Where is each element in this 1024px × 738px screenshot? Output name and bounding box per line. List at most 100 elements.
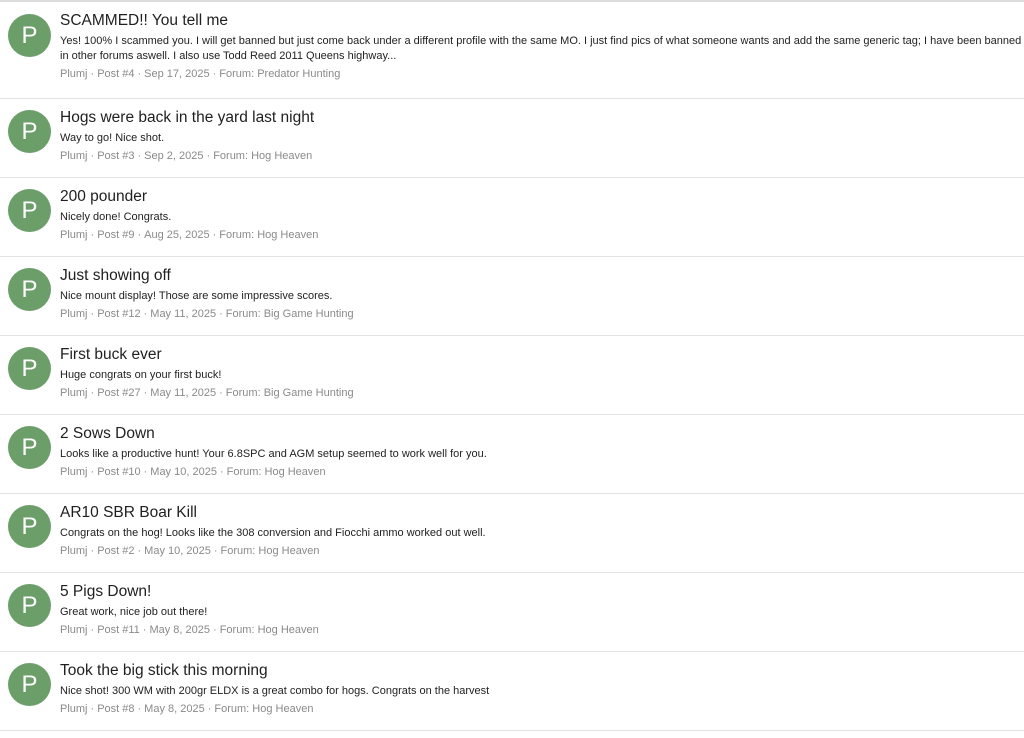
meta-separator: · xyxy=(212,68,217,80)
result-meta: Plumj · Post #27 · May 11, 2025 · Forum: Big G… xyxy=(60,386,1024,401)
result-row: P 2 Sows Down Looks like a productive hu… xyxy=(0,415,1024,494)
post-date: May 8, 2025 xyxy=(149,624,211,636)
author-link[interactable]: Plumj xyxy=(60,308,88,320)
forum-link[interactable]: Forum: Hog Heaven xyxy=(214,703,313,715)
result-row: P AR10 SBR Boar Kill Congrats on the hog… xyxy=(0,494,1024,573)
author-link[interactable]: Plumj xyxy=(60,466,88,478)
meta-separator: · xyxy=(207,703,212,715)
meta-separator: · xyxy=(137,703,142,715)
result-title-link[interactable]: 200 pounder xyxy=(60,187,1024,207)
result-row: P Took the big stick this morning Nice s… xyxy=(0,652,1024,731)
user-avatar[interactable]: P xyxy=(8,505,51,548)
post-date: Sep 17, 2025 xyxy=(144,68,210,80)
meta-separator: · xyxy=(143,387,148,399)
meta-separator: · xyxy=(90,229,95,241)
result-meta: Plumj · Post #9 · Aug 25, 2025 · Forum: Hog He… xyxy=(60,228,1024,243)
meta-separator: · xyxy=(137,229,142,241)
result-meta: Plumj · Post #8 · May 8, 2025 · Forum: Hog Hea… xyxy=(60,702,1024,717)
post-number: Post #8 xyxy=(97,703,135,715)
result-title-link[interactable]: Hogs were back in the yard last night xyxy=(60,108,1024,128)
result-content: Just showing off Nice mount display! Tho… xyxy=(60,266,1024,322)
post-number: Post #2 xyxy=(97,545,135,557)
forum-link[interactable]: Forum: Hog Heaven xyxy=(220,624,319,636)
result-content: Took the big stick this morning Nice sho… xyxy=(60,661,1024,717)
meta-separator: · xyxy=(90,703,95,715)
forum-link[interactable]: Forum: Big Game Hunting xyxy=(226,387,354,399)
meta-separator: · xyxy=(219,387,223,399)
meta-separator: · xyxy=(143,466,148,478)
meta-separator: · xyxy=(206,150,211,162)
meta-separator: · xyxy=(90,545,95,557)
result-title-link[interactable]: Just showing off xyxy=(60,266,1024,286)
post-date: May 8, 2025 xyxy=(144,703,205,715)
result-title-link[interactable]: 5 Pigs Down! xyxy=(60,582,1024,602)
result-content: 2 Sows Down Looks like a productive hunt… xyxy=(60,424,1024,480)
post-number: Post #4 xyxy=(97,68,135,80)
result-title-link[interactable]: First buck ever xyxy=(60,345,1024,365)
author-link[interactable]: Plumj xyxy=(60,68,88,80)
result-title-link[interactable]: SCAMMED!! You tell me xyxy=(60,11,1024,31)
meta-separator: · xyxy=(143,308,148,320)
meta-separator: · xyxy=(213,545,218,557)
result-meta: Plumj · Post #10 · May 10, 2025 · Forum: Hog H… xyxy=(60,465,1024,480)
result-snippet: Looks like a productive hunt! Your 6.8SP… xyxy=(60,448,487,460)
post-number: Post #12 xyxy=(97,308,141,320)
result-snippet: Nice shot! 300 WM with 200gr ELDX is a g… xyxy=(60,685,490,697)
result-row: P 5 Pigs Down! Great work, nice job out … xyxy=(0,573,1024,652)
result-snippet: Yes! 100% I scammed you. I will get bann… xyxy=(60,35,1022,62)
forum-link[interactable]: Forum: Hog Heaven xyxy=(219,229,318,241)
meta-separator: · xyxy=(90,387,95,399)
result-content: 5 Pigs Down! Great work, nice job out th… xyxy=(60,582,1024,638)
meta-separator: · xyxy=(137,150,142,162)
user-avatar[interactable]: P xyxy=(8,426,51,469)
forum-link[interactable]: Forum: Hog Heaven xyxy=(213,150,312,162)
forum-link[interactable]: Forum: Hog Heaven xyxy=(221,545,320,557)
meta-separator: · xyxy=(90,466,95,478)
result-row: P Hogs were back in the yard last night … xyxy=(0,99,1024,178)
author-link[interactable]: Plumj xyxy=(60,545,88,557)
user-avatar[interactable]: P xyxy=(8,189,51,232)
result-row: P SCAMMED!! You tell me Yes! 100% I scam… xyxy=(0,2,1024,99)
meta-separator: · xyxy=(90,68,95,80)
user-avatar[interactable]: P xyxy=(8,14,51,57)
forum-link[interactable]: Forum: Hog Heaven xyxy=(227,466,326,478)
user-avatar[interactable]: P xyxy=(8,110,51,153)
result-meta: Plumj · Post #4 · Sep 17, 2025 · Forum: Predat… xyxy=(60,67,1024,82)
result-title-link[interactable]: 2 Sows Down xyxy=(60,424,1024,444)
author-link[interactable]: Plumj xyxy=(60,229,88,241)
meta-separator: · xyxy=(90,624,95,636)
result-content: SCAMMED!! You tell me Yes! 100% I scamme… xyxy=(60,11,1024,82)
result-content: Hogs were back in the yard last night Wa… xyxy=(60,108,1024,164)
author-link[interactable]: Plumj xyxy=(60,150,88,162)
result-row: P First buck ever Huge congrats on your … xyxy=(0,336,1024,415)
user-avatar[interactable]: P xyxy=(8,268,51,311)
result-meta: Plumj · Post #12 · May 11, 2025 · Forum: Big G… xyxy=(60,307,1024,322)
post-date: May 10, 2025 xyxy=(144,545,211,557)
result-title-link[interactable]: AR10 SBR Boar Kill xyxy=(60,503,1024,523)
result-snippet: Nicely done! Congrats. xyxy=(60,211,172,223)
result-content: AR10 SBR Boar Kill Congrats on the hog! … xyxy=(60,503,1024,559)
meta-separator: · xyxy=(213,624,217,636)
post-date: Aug 25, 2025 xyxy=(144,229,210,241)
result-row: P Just showing off Nice mount display! T… xyxy=(0,257,1024,336)
meta-separator: · xyxy=(90,150,95,162)
post-date: May 10, 2025 xyxy=(150,466,217,478)
post-date: May 11, 2025 xyxy=(150,308,217,320)
forum-link[interactable]: Forum: Big Game Hunting xyxy=(226,308,354,320)
result-content: First buck ever Huge congrats on your fi… xyxy=(60,345,1024,401)
user-avatar[interactable]: P xyxy=(8,663,51,706)
user-avatar[interactable]: P xyxy=(8,584,51,627)
forum-link[interactable]: Forum: Predator Hunting xyxy=(219,68,340,80)
author-link[interactable]: Plumj xyxy=(60,387,88,399)
result-snippet: Great work, nice job out there! xyxy=(60,606,208,618)
meta-separator: · xyxy=(219,308,223,320)
result-content: 200 pounder Nicely done! Congrats. Plumj… xyxy=(60,187,1024,243)
result-title-link[interactable]: Took the big stick this morning xyxy=(60,661,1024,681)
author-link[interactable]: Plumj xyxy=(60,703,88,715)
post-number: Post #9 xyxy=(97,229,135,241)
user-avatar[interactable]: P xyxy=(8,347,51,390)
post-date: Sep 2, 2025 xyxy=(144,150,204,162)
result-snippet: Congrats on the hog! Looks like the 308 … xyxy=(60,527,486,539)
author-link[interactable]: Plumj xyxy=(60,624,88,636)
meta-separator: · xyxy=(137,545,142,557)
